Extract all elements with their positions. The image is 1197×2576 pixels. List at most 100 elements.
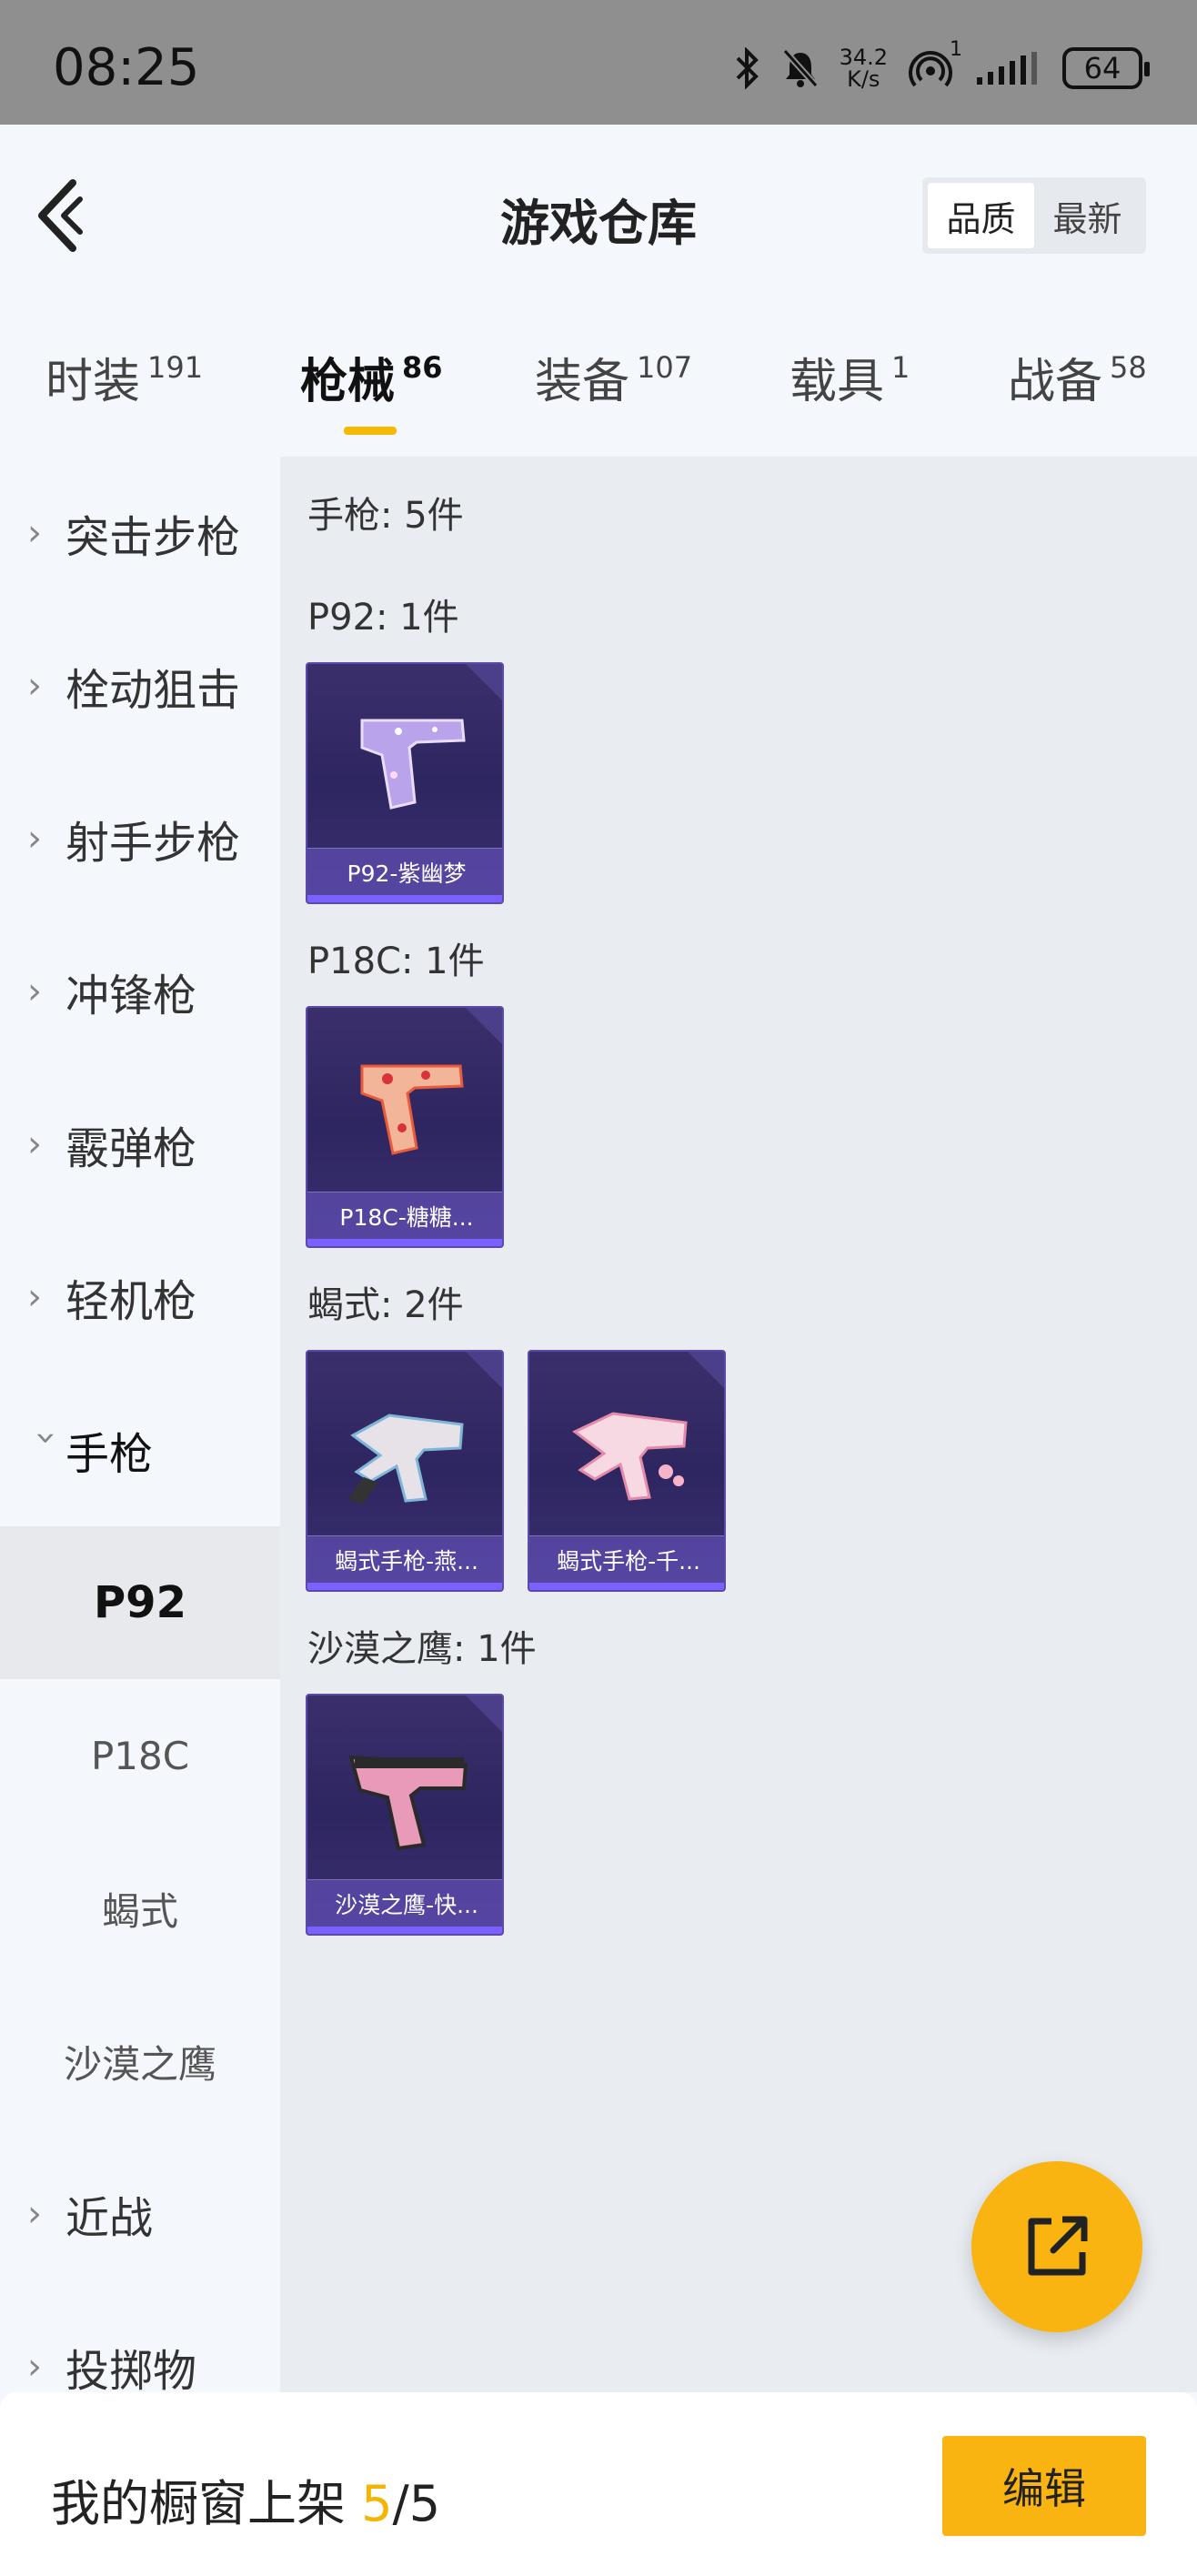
- rarity-bar: [307, 1583, 502, 1590]
- share-external-icon: [1028, 2216, 1088, 2276]
- smg-skin-image: [347, 1414, 464, 1504]
- item-name: P18C-糖糖...: [307, 1192, 502, 1239]
- sidebar-item-label: 突击步枪: [65, 512, 241, 563]
- chevron-right-icon: ›: [27, 818, 42, 860]
- chevron-right-icon: ›: [27, 2193, 42, 2235]
- sidebar-item-assault-rifle[interactable]: › 突击步枪: [0, 457, 280, 609]
- smg-skin-image: [572, 1412, 688, 1501]
- weapon-category-sidebar: › 突击步枪 › 栓动狙击 › 射手步枪 › 冲锋枪 › 霰弹枪 › 轻机枪 › 手枪 P92…: [0, 457, 280, 2397]
- battery-indicator: 64: [1062, 47, 1150, 89]
- tab-fashion[interactable]: 时装 191: [45, 343, 203, 411]
- item-name: P92-紫幽梦: [307, 848, 502, 895]
- pistol-skin-image: [360, 1064, 464, 1155]
- tab-label: 载具: [790, 355, 885, 409]
- net-speed-value: 34.2: [839, 45, 888, 70]
- sort-option-quality[interactable]: 品质: [928, 183, 1034, 248]
- net-speed: 34.2 K/s: [840, 46, 888, 90]
- sidebar-item-label: 冲锋枪: [65, 971, 197, 1021]
- sort-option-newest[interactable]: 最新: [1034, 183, 1141, 248]
- group-label-scorpion: 蝎式: 2件: [307, 1284, 464, 1326]
- chevron-right-icon: ›: [27, 665, 42, 707]
- header: 游戏仓库 品质 最新: [0, 125, 1197, 307]
- group-label-p18c: P18C: 1件: [307, 941, 485, 982]
- hotspot-icon: [909, 51, 952, 87]
- status-time: 08:25: [53, 38, 200, 97]
- battery-level: 64: [1083, 51, 1122, 86]
- item-name: 蝎式手枪-千...: [529, 1535, 724, 1583]
- signal-icon: [977, 52, 1037, 85]
- tab-label: 装备: [535, 355, 630, 409]
- pistol-skin-image: [360, 719, 466, 810]
- tab-vehicles[interactable]: 载具 1: [790, 343, 910, 411]
- sidebar-item-smg[interactable]: › 冲锋枪: [0, 915, 280, 1068]
- item-name: 沙漠之鹰-快...: [307, 1879, 502, 1927]
- group-label-p92: P92: 1件: [307, 597, 459, 639]
- showcase-bar: 我的橱窗上架 5/5 编辑: [0, 2392, 1197, 2576]
- sidebar-item-pistol[interactable]: › 手枪: [0, 1374, 280, 1526]
- sidebar-item-marksman-rifle[interactable]: › 射手步枪: [0, 762, 280, 915]
- chevron-down-icon: ›: [25, 1431, 67, 1445]
- category-tabs: 时装 191 枪械 86 装备 107 载具 1 战备 58: [0, 307, 1197, 457]
- chevron-right-icon: ›: [27, 1123, 42, 1165]
- rarity-bar: [307, 895, 502, 902]
- chevron-right-icon: ›: [27, 971, 42, 1012]
- tab-combat-gear[interactable]: 战备 58: [1008, 343, 1147, 411]
- item-card-scorpion-1[interactable]: 蝎式手枪-燕...: [306, 1350, 504, 1592]
- sidebar-item-bolt-sniper[interactable]: › 栓动狙击: [0, 609, 280, 762]
- sidebar-subitem-scorpion[interactable]: 蝎式: [0, 1832, 280, 1985]
- showcase-status: 我的橱窗上架 5/5: [51, 2463, 440, 2535]
- tab-count: 86: [402, 350, 443, 385]
- chevron-right-icon: ›: [27, 1276, 42, 1318]
- rarity-bar: [529, 1583, 724, 1590]
- sidebar-item-shotgun[interactable]: › 霰弹枪: [0, 1068, 280, 1221]
- tab-count: 107: [637, 350, 693, 385]
- edit-button[interactable]: 编辑: [942, 2436, 1146, 2536]
- sidebar-subitem-p18c[interactable]: P18C: [0, 1679, 280, 1832]
- sidebar-subitem-p92[interactable]: P92: [0, 1526, 280, 1679]
- group-label-desert-eagle: 沙漠之鹰: 1件: [307, 1628, 537, 1670]
- mute-bell-icon: [781, 48, 819, 88]
- sidebar-item-label: 射手步枪: [65, 818, 241, 869]
- warehouse-screen: 08:25 34.2 K/s 1 64 游戏仓库 品质 最新 时装 191 枪械…: [0, 0, 1197, 2576]
- chevron-right-icon: ›: [27, 2346, 42, 2388]
- tab-equipment[interactable]: 装备 107: [535, 343, 692, 411]
- sidebar-item-label: 霰弹枪: [65, 1123, 197, 1174]
- tab-count: 1: [891, 350, 910, 385]
- sidebar-item-label: 轻机枪: [65, 1276, 197, 1327]
- item-card-p18c[interactable]: P18C-糖糖...: [306, 1006, 504, 1248]
- sidebar-item-lmg[interactable]: › 轻机枪: [0, 1221, 280, 1374]
- item-card-scorpion-2[interactable]: 蝎式手枪-千...: [528, 1350, 726, 1592]
- showcase-label: 我的橱窗上架: [51, 2475, 346, 2532]
- item-card-p92[interactable]: P92-紫幽梦: [306, 662, 504, 904]
- sidebar-subitem-desert-eagle[interactable]: 沙漠之鹰: [0, 1985, 280, 2138]
- tab-label: 时装: [45, 355, 141, 409]
- tab-label: 枪械: [300, 355, 396, 409]
- showcase-separator: /: [392, 2475, 409, 2532]
- tab-count: 191: [147, 350, 204, 385]
- rarity-bar: [307, 1239, 502, 1246]
- sidebar-item-label: 近战: [65, 2193, 154, 2244]
- showcase-total-count: 5: [408, 2475, 441, 2532]
- tab-firearms[interactable]: 枪械 86: [300, 343, 443, 435]
- section-summary: 手枪: 5件: [307, 495, 464, 537]
- sidebar-item-label: 栓动狙击: [65, 665, 241, 716]
- hotspot-count: 1: [950, 38, 962, 61]
- hotspot: 1: [908, 38, 962, 91]
- tab-label: 战备: [1008, 355, 1103, 409]
- weapon-list: 手枪: 5件 P92: 1件 P92-紫幽梦 P18C: 1件 P18C-糖糖.…: [280, 457, 1197, 2392]
- sidebar-item-label: 手枪: [65, 1429, 154, 1480]
- net-speed-unit: K/s: [847, 66, 880, 92]
- showcase-current-count: 5: [361, 2475, 393, 2532]
- status-bar: 08:25 34.2 K/s 1 64: [0, 0, 1197, 125]
- bluetooth-icon: [736, 47, 759, 89]
- item-card-desert-eagle[interactable]: 沙漠之鹰-快...: [306, 1694, 504, 1936]
- status-icons: 34.2 K/s 1 64: [734, 36, 1150, 100]
- tab-active-indicator: [344, 427, 397, 435]
- sidebar-item-label: 投掷物: [65, 2346, 197, 2397]
- pistol-skin-image: [348, 1755, 468, 1851]
- item-name: 蝎式手枪-燕...: [307, 1535, 502, 1583]
- share-button[interactable]: [971, 2161, 1142, 2332]
- sidebar-item-melee[interactable]: › 近战: [0, 2138, 280, 2290]
- tab-count: 58: [1110, 350, 1147, 385]
- sort-toggle: 品质 最新: [922, 177, 1146, 254]
